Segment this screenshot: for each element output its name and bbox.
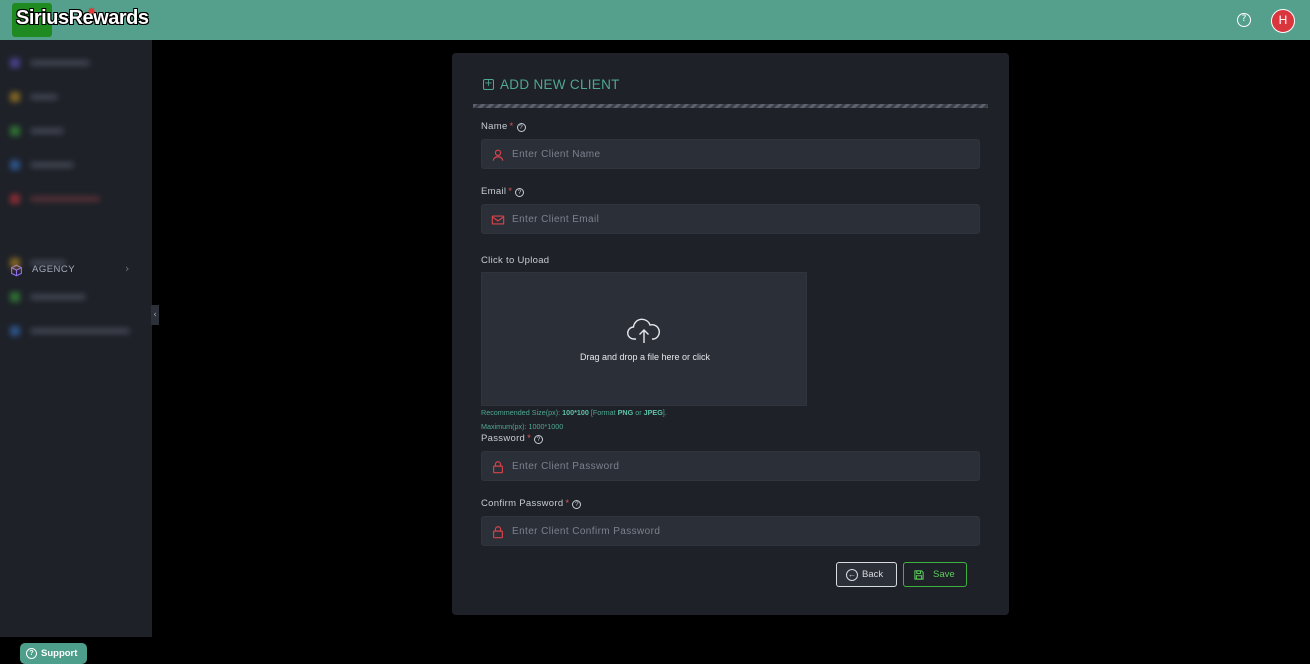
user-icon — [492, 149, 504, 161]
sidebar: AGENCY › ? Support — [0, 40, 152, 664]
confirm-password-label: Confirm Password *? — [481, 498, 582, 509]
support-label: Support — [41, 648, 78, 659]
sidebar-item-agency[interactable]: AGENCY › — [10, 262, 135, 279]
file-dropzone[interactable]: Drag and drop a file here or click — [481, 272, 807, 406]
upload-hint-size: Recommended Size(px): 100*100 [Format PN… — [481, 408, 667, 417]
mail-icon — [491, 215, 505, 225]
sidebar-collapse-toggle[interactable]: ‹ — [151, 305, 159, 325]
page-title: ADD NEW CLIENT — [500, 77, 620, 92]
email-input[interactable] — [512, 205, 972, 233]
upload-label: Click to Upload — [481, 255, 550, 266]
help-icon: ? — [515, 188, 525, 197]
logo-text: SiriusRewards — [16, 7, 149, 29]
top-bar: SiriusRewards ✸ ? H — [0, 0, 1310, 40]
add-client-card: + ADD NEW CLIENT Name*? Email*? Click to… — [452, 53, 1009, 615]
plus-square-icon: + — [483, 78, 494, 90]
help-icon: ? — [572, 500, 582, 509]
save-label: Save — [933, 569, 955, 580]
save-button[interactable]: Save — [903, 562, 967, 587]
back-button[interactable]: ← Back — [836, 562, 897, 587]
chevron-right-icon: › — [125, 262, 130, 275]
password-label: Password *? — [481, 433, 544, 444]
support-button[interactable]: ? Support — [20, 643, 87, 664]
cloud-upload-icon — [627, 318, 660, 343]
password-field[interactable] — [481, 451, 980, 481]
email-label: Email *? — [481, 186, 525, 197]
logo-star-icon: ✸ — [87, 5, 97, 18]
name-input[interactable] — [512, 140, 972, 168]
upload-hint-max: Maximum(px): 1000*1000 — [481, 422, 564, 431]
name-label: Name *? — [481, 121, 526, 132]
confirm-password-field[interactable] — [481, 516, 980, 546]
email-field[interactable] — [481, 204, 980, 234]
floppy-disk-icon — [914, 570, 924, 580]
help-icon: ? — [26, 648, 37, 659]
arrow-left-circle-icon: ← — [846, 569, 858, 581]
title-divider — [473, 104, 988, 108]
confirm-password-input[interactable] — [512, 517, 972, 545]
help-icon[interactable]: ? — [1237, 13, 1251, 27]
back-label: Back — [862, 569, 884, 580]
name-field[interactable] — [481, 139, 980, 169]
password-input[interactable] — [512, 452, 972, 480]
help-icon: ? — [516, 123, 526, 132]
sirius-rewards-logo[interactable]: SiriusRewards ✸ — [12, 3, 172, 37]
dropzone-text: Drag and drop a file here or click — [579, 352, 711, 362]
help-icon: ? — [534, 435, 544, 444]
user-avatar[interactable]: H — [1271, 9, 1295, 33]
lock-icon — [493, 526, 503, 539]
lock-icon — [493, 461, 503, 474]
